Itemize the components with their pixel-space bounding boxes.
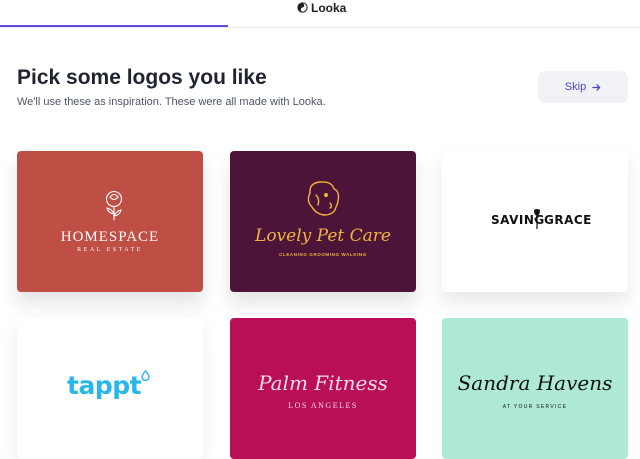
logo-card-sandra-havens[interactable]: Sandra Havens AT YOUR SERVICE: [442, 318, 628, 459]
droplet-icon: [141, 370, 150, 381]
logo-name: tappt: [67, 371, 142, 400]
logo-name: Sandra Havens: [457, 371, 613, 395]
arrow-right-icon: [592, 83, 601, 91]
logo-name: Palm Fitness: [258, 371, 388, 395]
logo-name: HOMESPACE: [60, 229, 160, 245]
progress-bar: [0, 25, 228, 27]
logo-card-homespace[interactable]: HOMESPACE REAL ESTATE: [17, 151, 203, 292]
rose-stem-icon: [534, 209, 540, 229]
logo-name-right: GRACE: [544, 213, 592, 227]
page-title: Pick some logos you like: [17, 66, 267, 89]
logo-tagline: CLEANING GROOMING WALKING: [279, 252, 367, 257]
skip-button[interactable]: Skip: [538, 71, 628, 103]
page-subtitle: We'll use these as inspiration. These we…: [17, 96, 326, 108]
logo-card-saving-grace[interactable]: SAVING GRACE: [442, 151, 628, 292]
logo-card-tappt[interactable]: tappt: [17, 318, 203, 459]
logo-card-lovely-pet-care[interactable]: Lovely Pet Care CLEANING GROOMING WALKIN…: [230, 151, 416, 292]
logo-tagline: AT YOUR SERVICE: [502, 404, 568, 410]
looka-logo[interactable]: Looka: [297, 0, 346, 15]
dog-icon: [307, 181, 340, 216]
top-bar: Looka: [0, 0, 640, 28]
logo-tagline: LOS ANGELES: [288, 401, 358, 410]
brand-name: Looka: [311, 0, 347, 15]
looka-logo-icon: [297, 2, 308, 13]
logo-tagline: REAL ESTATE: [77, 247, 143, 253]
logo-card-palm-fitness[interactable]: Palm Fitness LOS ANGELES: [230, 318, 416, 459]
rose-icon: [105, 190, 123, 221]
logo-name: Lovely Pet Care: [255, 226, 391, 246]
skip-button-label: Skip: [564, 81, 587, 93]
